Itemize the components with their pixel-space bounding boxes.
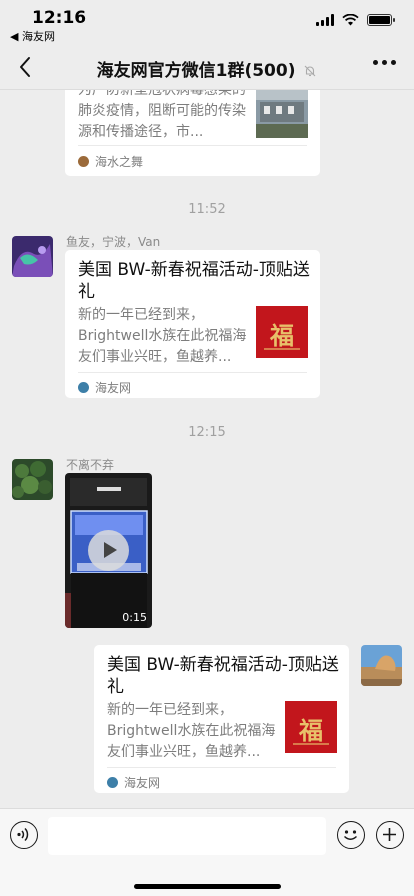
video-message[interactable]: 0:15 (65, 473, 152, 628)
card-title: 美国 BW-新春祝福活动-顶贴送礼 (78, 260, 310, 302)
timestamp: 11:52 (188, 202, 226, 217)
card-source-name: 海水之舞 (95, 155, 144, 169)
play-icon[interactable] (88, 530, 129, 571)
chat-title: 海友网官方微信1群(500) (0, 56, 414, 81)
battery-icon (367, 14, 395, 26)
link-card[interactable]: 美国 BW-新春祝福活动-顶贴送礼 新的一年已经到来，Brightwell水族在… (94, 645, 349, 793)
signal-icon (316, 14, 334, 26)
card-source: 海水之舞 (78, 153, 143, 170)
card-source-name: 海友网 (124, 776, 161, 790)
status-bar: 12:16 ◀ 海友网 (0, 0, 414, 44)
home-indicator[interactable] (134, 884, 281, 889)
card-thumbnail: 福 (256, 306, 308, 358)
input-bar (0, 808, 414, 896)
nav-bar: 海友网官方微信1群(500) (0, 44, 414, 90)
thumbnail-text: 福 (270, 321, 294, 350)
card-divider (78, 372, 307, 373)
card-source-name: 海友网 (95, 381, 132, 395)
back-to-app-link[interactable]: ◀ 海友网 (10, 28, 55, 44)
card-description: 新的一年已经到来，Brightwell水族在此祝福海友们事业兴旺，鱼越养... (107, 702, 276, 760)
status-icons (316, 14, 395, 26)
avatar[interactable] (12, 459, 53, 500)
sender-name: 不离不弃 (66, 458, 115, 472)
card-divider (107, 767, 336, 768)
card-source: 海友网 (107, 774, 160, 791)
chat-area[interactable]: 为产防新型冠状病毒感染的肺炎疫情，阻断可能的传染源和传播途径，市... 海水之舞… (0, 90, 414, 808)
status-time: 12:16 (32, 8, 87, 28)
thumbnail-text: 福 (299, 716, 323, 745)
sender-name: 鱼友，宁波，Van (66, 235, 161, 249)
card-source: 海友网 (78, 379, 131, 396)
source-avatar-icon (78, 382, 89, 393)
chat-title-text: 海友网官方微信1群(500) (96, 61, 296, 81)
message-input[interactable] (48, 817, 326, 855)
card-divider (78, 145, 307, 146)
card-title: 美国 BW-新春祝福活动-顶贴送礼 (107, 655, 339, 697)
video-duration: 0:15 (122, 611, 147, 624)
emoji-icon[interactable] (337, 821, 365, 849)
timestamp: 12:15 (188, 425, 226, 440)
source-avatar-icon (78, 156, 89, 167)
link-card[interactable]: 为产防新型冠状病毒感染的肺炎疫情，阻断可能的传染源和传播途径，市... 海水之舞 (65, 90, 320, 176)
card-thumbnail: 福 (285, 701, 337, 753)
more-icon[interactable] (373, 60, 396, 65)
link-card[interactable]: 美国 BW-新春祝福活动-顶贴送礼 新的一年已经到来，Brightwell水族在… (65, 250, 320, 398)
bell-off-icon (305, 65, 316, 77)
card-thumbnail (256, 90, 308, 138)
avatar[interactable] (361, 645, 402, 686)
plus-icon[interactable] (376, 821, 404, 849)
card-description: 为产防新型冠状病毒感染的肺炎疫情，阻断可能的传染源和传播途径，市... (78, 90, 246, 140)
voice-icon[interactable] (10, 821, 38, 849)
avatar[interactable] (12, 236, 53, 277)
card-description: 新的一年已经到来，Brightwell水族在此祝福海友们事业兴旺，鱼越养... (78, 307, 247, 365)
source-avatar-icon (107, 777, 118, 788)
wifi-icon (342, 14, 359, 26)
